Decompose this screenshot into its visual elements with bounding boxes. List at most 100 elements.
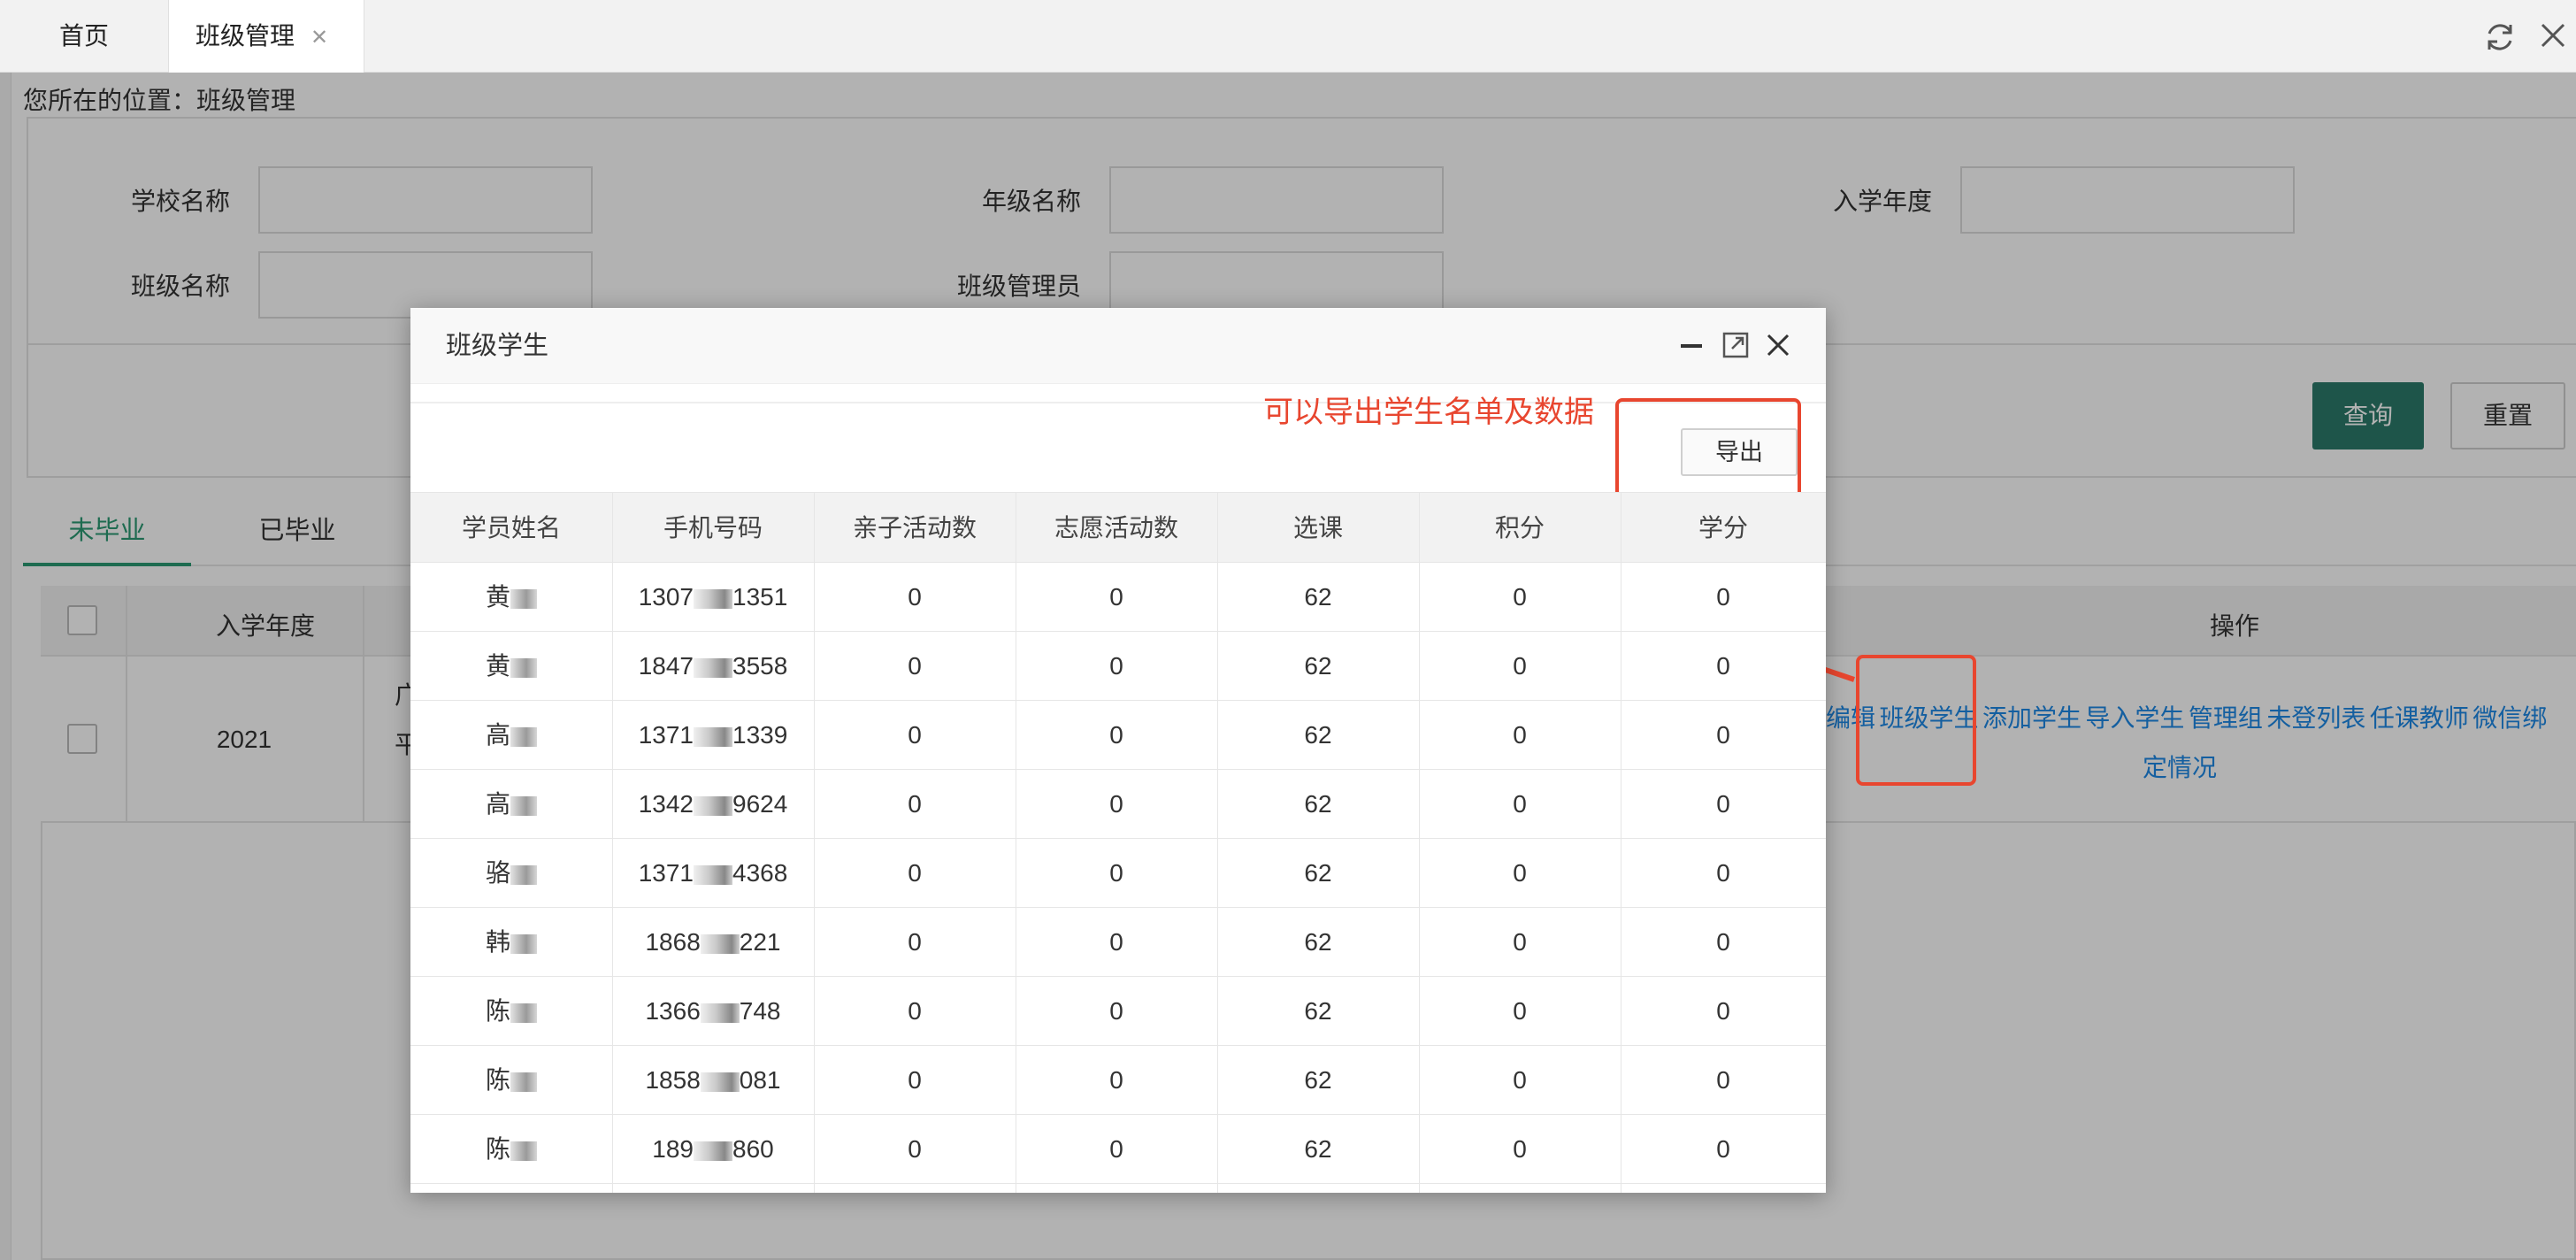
- close-icon[interactable]: [2537, 19, 2569, 51]
- cell-points: 0: [1513, 997, 1527, 1025]
- refresh-icon[interactable]: [2482, 19, 2518, 55]
- cell-points: 0: [1513, 1066, 1527, 1094]
- cell-parent-activities: 0: [908, 859, 922, 887]
- cell-points: 0: [1513, 928, 1527, 956]
- modal-header: 班级学生: [410, 308, 1826, 384]
- cell-credits: 0: [1716, 790, 1730, 818]
- student-name: 黄: [485, 583, 510, 611]
- cell-parent-activities: 0: [908, 583, 922, 611]
- cell-phone: 1366 748: [612, 977, 814, 1046]
- redaction-blur: [694, 1141, 732, 1161]
- tab-home[interactable]: 首页: [0, 0, 168, 73]
- phone-prefix: 1868: [645, 928, 701, 956]
- cell-credits: 0: [1716, 583, 1730, 611]
- cell-volunteer-activities: 0: [1109, 1135, 1123, 1163]
- cell-courses: 62: [1304, 1135, 1332, 1163]
- redaction-blur: [510, 1072, 537, 1092]
- cell-courses: 62: [1304, 997, 1332, 1025]
- phone-suffix: 221: [739, 928, 781, 956]
- cell-courses: 62: [1304, 790, 1332, 818]
- cell-points: 0: [1513, 652, 1527, 680]
- redaction-blur: [510, 657, 537, 678]
- cell-credits: 0: [1716, 1135, 1730, 1163]
- table-row: 黄 1307 1351 0 0 62 0 0: [410, 563, 1826, 632]
- cell-parent-activities: 0: [908, 721, 922, 749]
- student-name: 黄: [485, 652, 510, 680]
- redaction-blur: [510, 933, 537, 954]
- cell-volunteer-activities: 0: [1109, 652, 1123, 680]
- close-tab-icon[interactable]: ✕: [310, 26, 328, 50]
- table-row: 陈 1366 748 0 0 62 0 0: [410, 977, 1826, 1046]
- cell-parent-activities: 0: [908, 928, 922, 956]
- phone-suffix: 748: [739, 997, 781, 1025]
- column-divider: [1419, 492, 1420, 1193]
- column-divider: [1217, 492, 1218, 1193]
- cell-credits: 0: [1716, 1066, 1730, 1094]
- phone-suffix: 1351: [732, 583, 788, 611]
- cell-phone: 1371 1339: [612, 701, 814, 770]
- cell-student-name: 陈: [410, 1046, 612, 1115]
- cell-points: 0: [1513, 790, 1527, 818]
- redaction-blur: [694, 726, 732, 747]
- cell-points: 0: [1513, 1135, 1527, 1163]
- table-row: 陈 1858 081 0 0 62 0 0: [410, 1046, 1826, 1115]
- class-students-modal: 班级学生 可以导出学生名单及数据 导出 学员姓名 手机号码 亲子活动数 志愿活动…: [410, 308, 1826, 1193]
- redaction-blur: [700, 933, 740, 954]
- student-name: 韩: [485, 928, 510, 956]
- cell-courses: 62: [1304, 928, 1332, 956]
- annotation-text: 可以导出学生名单及数据: [1263, 396, 1594, 429]
- tab-bar: 首页 班级管理 ✕: [0, 0, 2576, 73]
- table-row: 陈 189 860 0 0 62 0 0: [410, 1115, 1826, 1184]
- student-name: 高: [485, 721, 510, 749]
- close-modal-icon[interactable]: [1764, 331, 1792, 359]
- redaction-blur: [510, 795, 537, 816]
- redaction-blur: [700, 1003, 740, 1023]
- phone-prefix: 1366: [645, 997, 701, 1025]
- redaction-blur: [510, 864, 537, 885]
- students-table-header: 学员姓名 手机号码 亲子活动数 志愿活动数 选课 积分 学分: [410, 492, 1826, 563]
- phone-prefix: 1342: [638, 790, 694, 818]
- cell-volunteer-activities: 0: [1109, 790, 1123, 818]
- minimize-icon[interactable]: [1677, 331, 1706, 359]
- table-row: 高 1371 1339 0 0 62 0 0: [410, 701, 1826, 770]
- cell-phone: 1858 081: [612, 1046, 814, 1115]
- phone-suffix: 860: [732, 1135, 774, 1163]
- tab-class-management[interactable]: 班级管理 ✕: [168, 0, 364, 73]
- redaction-blur: [694, 795, 732, 816]
- cell-volunteer-activities: 0: [1109, 583, 1123, 611]
- cell-courses: 62: [1304, 652, 1332, 680]
- student-name: 高: [485, 790, 510, 818]
- cell-phone: 1342 9624: [612, 770, 814, 839]
- phone-prefix: 1371: [638, 721, 694, 749]
- cell-student-name: 陈: [410, 1115, 612, 1184]
- cell-student-name: 黄: [410, 632, 612, 701]
- student-name: 陈: [485, 1135, 510, 1163]
- cell-courses: 62: [1304, 859, 1332, 887]
- cell-points: 0: [1513, 583, 1527, 611]
- redaction-blur: [510, 726, 537, 747]
- cell-phone: 1868 221: [612, 908, 814, 977]
- cell-volunteer-activities: 0: [1109, 997, 1123, 1025]
- phone-prefix: 1847: [638, 652, 694, 680]
- cell-courses: 62: [1304, 1066, 1332, 1094]
- cell-parent-activities: 0: [908, 1135, 922, 1163]
- cell-volunteer-activities: 0: [1109, 928, 1123, 956]
- student-name: 陈: [485, 997, 510, 1025]
- phone-prefix: 1371: [638, 859, 694, 887]
- redaction-blur: [694, 864, 732, 885]
- annotation-highlight-box: [1615, 398, 1801, 499]
- cell-phone: 1307 1351: [612, 563, 814, 632]
- column-divider: [814, 492, 815, 1193]
- redaction-blur: [700, 1072, 740, 1092]
- tab-home-label: 首页: [58, 22, 109, 50]
- cell-credits: 0: [1716, 652, 1730, 680]
- student-name: 陈: [485, 1066, 510, 1094]
- cell-points: 0: [1513, 721, 1527, 749]
- cell-student-name: 高: [410, 701, 612, 770]
- cell-courses: 62: [1304, 583, 1332, 611]
- cell-phone: 1847 3558: [612, 632, 814, 701]
- annotation-highlight-box: [1856, 655, 1976, 786]
- cell-phone: 1371 4368: [612, 839, 814, 908]
- maximize-icon[interactable]: [1721, 331, 1750, 359]
- phone-suffix: 081: [739, 1066, 781, 1094]
